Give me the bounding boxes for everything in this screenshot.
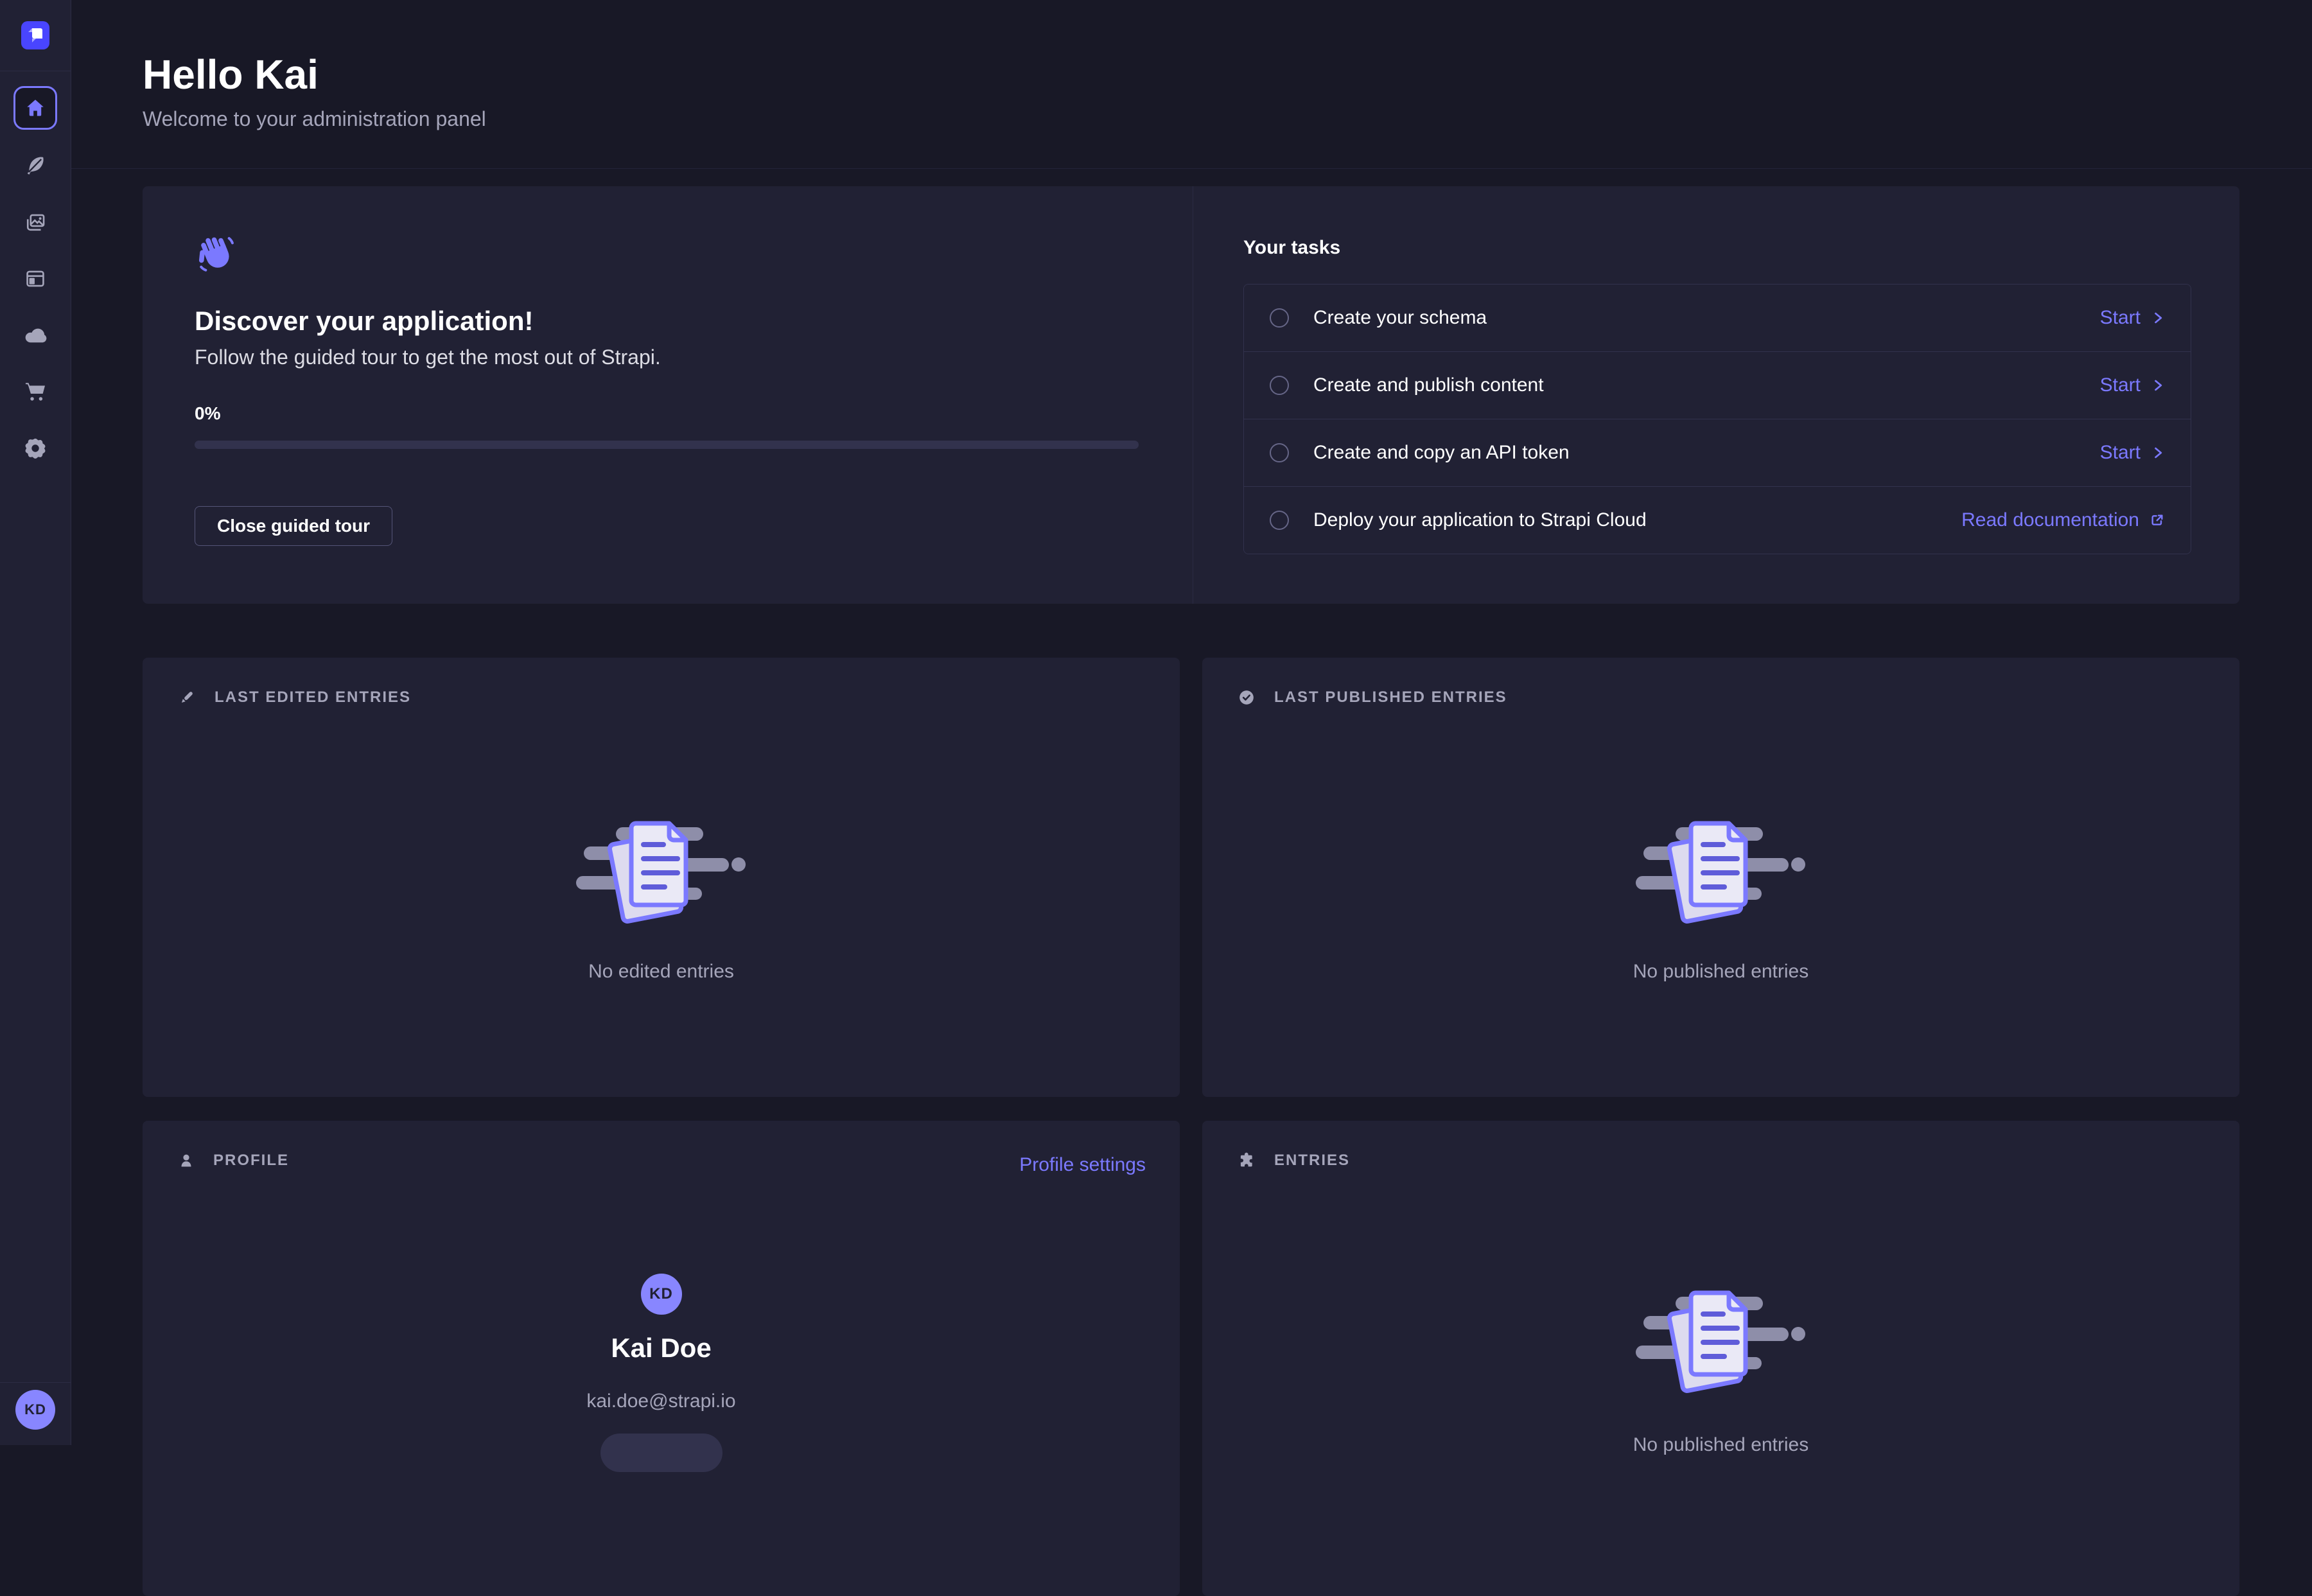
empty-state-text: No edited entries: [143, 961, 1180, 983]
task-row: Deploy your application to Strapi Cloud …: [1244, 486, 2191, 554]
chevron-right-icon: [2151, 446, 2165, 460]
task-start-link[interactable]: Start: [2100, 307, 2165, 329]
entries-widget: ENTRIES No published entries: [1202, 1121, 2239, 1596]
task-read-documentation-link[interactable]: Read documentation: [1961, 509, 2165, 531]
profile-widget: PROFILE Profile settings KD Kai Doe kai.…: [143, 1121, 1180, 1596]
user-icon: [179, 1152, 194, 1169]
task-status-circle-icon: [1270, 443, 1289, 462]
task-row: Create and copy an API token Start: [1244, 419, 2191, 486]
strapi-logo-mark: [21, 21, 49, 49]
widget-title: ENTRIES: [1274, 1152, 1350, 1170]
widget-title: PROFILE: [213, 1152, 289, 1170]
last-edited-entries-widget: LAST EDITED ENTRIES No edited entries: [143, 658, 1180, 1097]
sidebar-item-content-manager[interactable]: [17, 147, 53, 183]
guided-tour-title: Discover your application!: [195, 306, 533, 337]
page-subtitle: Welcome to your administration panel: [143, 107, 486, 131]
sidebar-item-settings[interactable]: [17, 430, 53, 466]
task-label: Create and copy an API token: [1313, 442, 1570, 464]
last-published-entries-widget: LAST PUBLISHED ENTRIES No published entr…: [1202, 658, 2239, 1097]
task-row: Create and publish content Start: [1244, 351, 2191, 419]
sidebar-divider: [0, 1382, 71, 1383]
sidebar-item-content-type-builder[interactable]: [17, 261, 53, 297]
widget-header: LAST EDITED ENTRIES: [179, 688, 411, 706]
task-status-circle-icon: [1270, 511, 1289, 530]
header-divider: [71, 168, 2312, 169]
pencil-icon: [179, 689, 195, 706]
sidebar-item-home[interactable]: [13, 86, 57, 130]
guided-tour-description: Follow the guided tour to get the most o…: [195, 346, 661, 369]
close-guided-tour-button[interactable]: Close guided tour: [195, 506, 392, 546]
strapi-logo-icon[interactable]: [21, 21, 49, 49]
marketplace-cart-icon: [24, 381, 46, 402]
widget-title: LAST EDITED ENTRIES: [215, 688, 411, 706]
widget-header: LAST PUBLISHED ENTRIES: [1238, 688, 1507, 706]
waving-hand-icon: [195, 232, 237, 275]
task-status-circle-icon: [1270, 308, 1289, 328]
task-action-label: Start: [2100, 374, 2141, 396]
profile-name: Kai Doe: [143, 1333, 1180, 1364]
widget-header: PROFILE: [179, 1152, 289, 1170]
puzzle-icon: [1238, 1152, 1255, 1169]
guided-tour-progress-bar: [195, 441, 1139, 449]
sidebar-user-avatar[interactable]: KD: [15, 1390, 55, 1430]
external-link-icon: [2150, 513, 2165, 528]
task-start-link[interactable]: Start: [2100, 442, 2165, 464]
strapi-admin-homepage: KD Hello Kai Welcome to your administrat…: [0, 0, 2312, 1445]
guided-tour-card: Discover your application! Follow the gu…: [143, 186, 2239, 604]
content-type-builder-icon: [24, 268, 46, 290]
sidebar-item-cloud[interactable]: [17, 317, 53, 353]
profile-role-badge: [600, 1434, 722, 1472]
tasks-list: Create your schema Start Create and publ…: [1243, 284, 2191, 554]
settings-gear-icon: [24, 437, 47, 460]
sidebar-item-media-library[interactable]: [17, 204, 53, 240]
sidebar-item-marketplace[interactable]: [17, 374, 53, 410]
home-icon: [24, 97, 46, 119]
empty-state-text: No published entries: [1202, 1434, 2239, 1456]
profile-settings-link[interactable]: Profile settings: [1019, 1154, 1146, 1176]
chevron-right-icon: [2151, 311, 2165, 325]
empty-documents-illustration: [575, 811, 748, 933]
task-row: Create your schema Start: [1244, 285, 2191, 351]
content-feather-icon: [24, 154, 46, 176]
widget-title: LAST PUBLISHED ENTRIES: [1274, 688, 1507, 706]
task-label: Create your schema: [1313, 307, 1487, 329]
page-title: Hello Kai: [143, 51, 319, 98]
task-label: Create and publish content: [1313, 374, 1544, 396]
chevron-right-icon: [2151, 378, 2165, 392]
widget-header: ENTRIES: [1238, 1152, 1350, 1170]
task-status-circle-icon: [1270, 376, 1289, 395]
task-action-label: Read documentation: [1961, 509, 2139, 531]
task-action-label: Start: [2100, 307, 2141, 329]
guided-tour-progress-label: 0%: [195, 403, 220, 424]
check-circle-icon: [1238, 689, 1255, 706]
profile-avatar: KD: [641, 1274, 682, 1315]
task-action-label: Start: [2100, 442, 2141, 464]
empty-state-text: No published entries: [1202, 961, 2239, 983]
profile-email: kai.doe@strapi.io: [143, 1390, 1180, 1412]
media-library-icon: [24, 211, 46, 233]
tasks-title: Your tasks: [1243, 236, 1340, 259]
main-sidebar: KD: [0, 0, 71, 1445]
empty-documents-illustration: [1634, 1280, 1808, 1402]
task-start-link[interactable]: Start: [2100, 374, 2165, 396]
cloud-icon: [24, 326, 47, 343]
empty-documents-illustration: [1634, 811, 1808, 933]
task-label: Deploy your application to Strapi Cloud: [1313, 509, 1647, 531]
